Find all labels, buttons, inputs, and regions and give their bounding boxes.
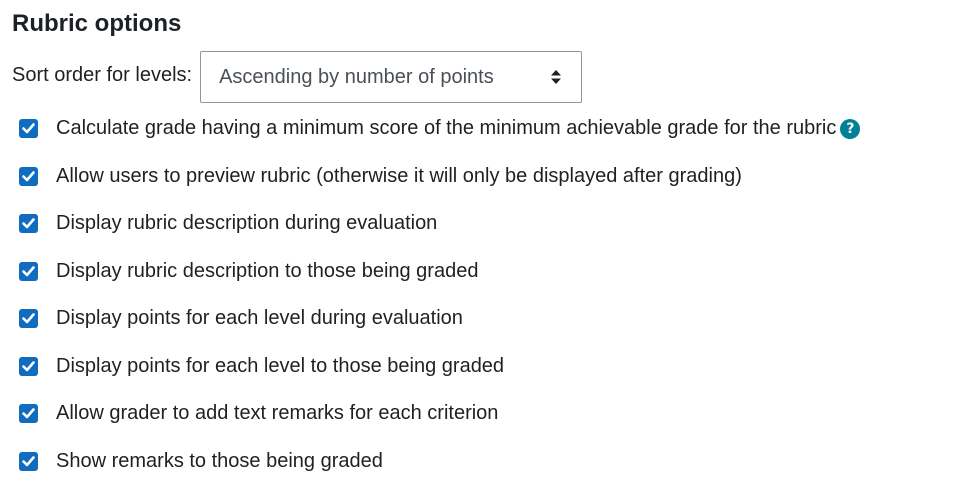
sort-order-label: Sort order for levels: <box>12 64 192 87</box>
rubric-options-list: Calculate grade having a minimum score o… <box>19 105 969 485</box>
option-label: Display points for each level to those b… <box>56 355 504 378</box>
option-label: Display points for each level during eva… <box>56 307 463 330</box>
option-label: Calculate grade having a minimum score o… <box>56 117 836 140</box>
checkbox-description-evaluation[interactable] <box>19 214 38 233</box>
section-title: Rubric options <box>12 8 181 40</box>
option-text-remarks: Allow grader to add text remarks for eac… <box>19 390 969 438</box>
checkbox-text-remarks[interactable] <box>19 404 38 423</box>
option-label: Show remarks to those being graded <box>56 450 383 473</box>
option-points-graded: Display points for each level to those b… <box>19 343 969 391</box>
sort-order-select[interactable]: Ascending by number of points <box>200 51 582 103</box>
checkbox-show-remarks[interactable] <box>19 452 38 471</box>
checkbox-minimum-score[interactable] <box>19 119 38 138</box>
option-label: Allow users to preview rubric (otherwise… <box>56 165 742 188</box>
option-label: Display rubric description to those bein… <box>56 260 478 283</box>
checkbox-allow-preview[interactable] <box>19 167 38 186</box>
option-minimum-score: Calculate grade having a minimum score o… <box>19 105 969 153</box>
option-description-graded: Display rubric description to those bein… <box>19 248 969 296</box>
option-label: Allow grader to add text remarks for eac… <box>56 402 498 425</box>
checkbox-points-evaluation[interactable] <box>19 309 38 328</box>
select-updown-icon <box>549 69 563 85</box>
checkbox-description-graded[interactable] <box>19 262 38 281</box>
sort-order-row: Sort order for levels: Ascending by numb… <box>12 51 582 103</box>
option-show-remarks: Show remarks to those being graded <box>19 438 969 485</box>
sort-order-selected-value: Ascending by number of points <box>219 66 549 89</box>
help-icon[interactable]: ? <box>840 119 860 139</box>
option-description-evaluation: Display rubric description during evalua… <box>19 200 969 248</box>
option-points-evaluation: Display points for each level during eva… <box>19 295 969 343</box>
option-label: Display rubric description during evalua… <box>56 212 437 235</box>
option-allow-preview: Allow users to preview rubric (otherwise… <box>19 153 969 201</box>
checkbox-points-graded[interactable] <box>19 357 38 376</box>
